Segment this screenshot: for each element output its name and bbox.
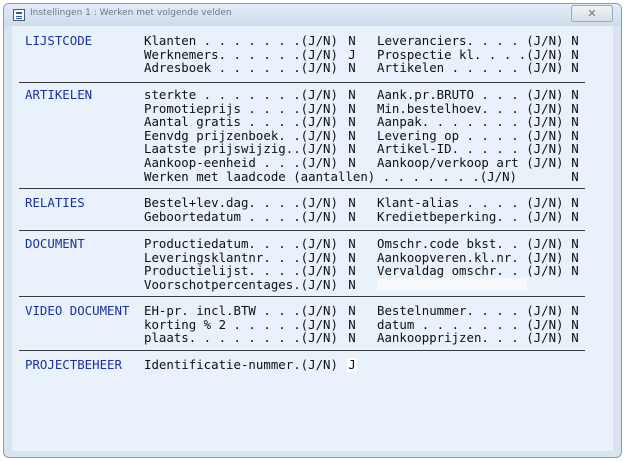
field-label: Adresboek . . . . . .(J/N) (144, 60, 338, 75)
field-value[interactable]: N (347, 88, 357, 102)
field-label: sterkte . . . . . . .(J/N) (144, 87, 338, 102)
title-bar: Instellingen 1 : Werken met volgende vel… (4, 4, 621, 26)
close-icon: ✕ (587, 7, 597, 20)
field-label: plaats. . . . . . . .(J/N) (144, 330, 338, 345)
field-label: Aankoop-eenheid . . .(J/N) (144, 155, 338, 170)
field-value[interactable]: N (570, 34, 580, 48)
field-value[interactable]: N (347, 196, 357, 210)
field-value[interactable]: N (570, 115, 580, 129)
field-value[interactable]: N (347, 304, 357, 318)
app-icon (13, 9, 25, 21)
section-title: ARTIKELEN (25, 87, 93, 102)
field-label: EH-pr. incl.BTW . . .(J/N) (144, 303, 338, 318)
field-label: Aankoop/verkoop art (J/N) (377, 155, 564, 170)
field-label: Kredietbeperking. . (J/N) (377, 209, 564, 224)
field-value[interactable]: N (570, 88, 580, 102)
field-label: Aankoopprijzen. . . (J/N) (377, 330, 564, 345)
section-title: LIJSTCODE (25, 33, 93, 48)
field-label: Aanpak. . . . . . . (J/N) (377, 114, 564, 129)
settings-window: Instellingen 1 : Werken met volgende vel… (3, 3, 622, 458)
field-label: Aank.pr.BRUTO . . . (J/N) (377, 87, 564, 102)
field-label: Werken met laadcode (aantallen) . . . . … (144, 169, 517, 184)
field-label: Bestel+lev.dag. . . .(J/N) (144, 195, 338, 210)
field-value[interactable]: N (347, 61, 357, 75)
section-title: PROJECTBEHEER (25, 357, 122, 372)
field-label: Omschr.code bkst. . (J/N) (377, 236, 564, 251)
field-value[interactable]: N (347, 34, 357, 48)
field-value[interactable]: N (570, 196, 580, 210)
close-button[interactable]: ✕ (571, 5, 613, 22)
field-label: Aantal gratis . . . .(J/N) (144, 114, 338, 129)
section-divider (19, 350, 585, 351)
settings-form: LIJSTCODE Klanten . . . . . . .(J/N) N Leve… (12, 26, 613, 451)
field-value[interactable]: N (570, 304, 580, 318)
field-value[interactable]: N (347, 115, 357, 129)
field-label: Leveranciers. . . . (J/N) (377, 33, 564, 48)
field-label: Artikelen . . . . . (J/N) (377, 60, 564, 75)
field-label: Bestelnummer. . . . (J/N) (377, 303, 564, 318)
field-value[interactable]: N (570, 61, 580, 75)
field-value[interactable]: N (570, 264, 580, 278)
field-label: Identificatie-nummer.(J/N) (144, 357, 338, 372)
field-value[interactable]: N (570, 331, 580, 345)
field-label: Artikel-ID. . . . . (J/N) (377, 141, 564, 156)
field-value[interactable]: J (347, 358, 357, 372)
field-label: Productielijst. . . .(J/N) (144, 263, 338, 278)
field-value[interactable]: N (347, 278, 357, 292)
field-label: Klant-alias . . . . (J/N) (377, 195, 564, 210)
field-value[interactable]: N (347, 237, 357, 251)
section-divider (19, 296, 585, 297)
field-value[interactable]: N (570, 237, 580, 251)
field-label: Klanten . . . . . . .(J/N) (144, 33, 338, 48)
section-title: VIDEO DOCUMENT (25, 303, 130, 318)
field-label: Geboortedatum . . . .(J/N) (144, 209, 338, 224)
field-label: Productiedatum. . . .(J/N) (144, 236, 338, 251)
field-value[interactable]: N (570, 210, 580, 224)
field-label: Laatste prijswijzig..(J/N) (144, 141, 338, 156)
field-value[interactable]: N (347, 210, 357, 224)
empty-field-slot (377, 278, 527, 291)
field-label: Voorschotpercentages.(J/N) (144, 277, 338, 292)
section-divider (19, 230, 585, 231)
window-title: Instellingen 1 : Werken met volgende vel… (30, 8, 232, 18)
field-value[interactable]: N (570, 170, 580, 184)
section-title: DOCUMENT (25, 236, 85, 251)
field-value[interactable]: N (347, 142, 357, 156)
field-value[interactable]: N (347, 331, 357, 345)
field-value[interactable]: N (570, 156, 580, 170)
section-divider (19, 188, 585, 189)
field-value[interactable]: N (570, 142, 580, 156)
section-divider (19, 82, 585, 83)
field-value[interactable]: N (347, 264, 357, 278)
field-value[interactable]: N (347, 156, 357, 170)
field-label: Vervaldag omschr. . (J/N) (377, 263, 564, 278)
section-title: RELATIES (25, 195, 85, 210)
